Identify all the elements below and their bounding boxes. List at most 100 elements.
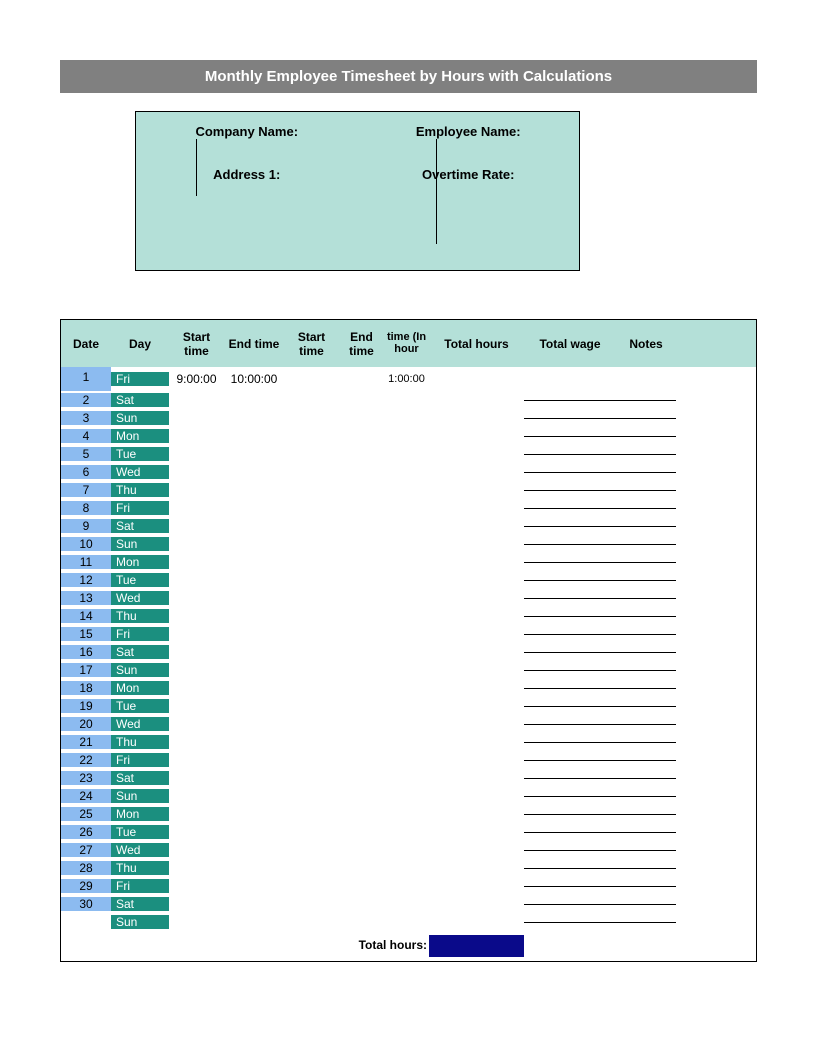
cell-date[interactable]: 18 [61,681,111,695]
cell-date[interactable]: 17 [61,663,111,677]
cell-day[interactable]: Fri [111,879,169,893]
cell-day[interactable]: Thu [111,861,169,875]
cell-day[interactable]: Tue [111,447,169,461]
cell-date[interactable]: 5 [61,447,111,461]
cell-notes[interactable] [616,742,676,743]
cell-total-wage[interactable] [524,508,616,509]
cell-day[interactable]: Sun [111,915,169,929]
cell-total-wage[interactable] [524,562,616,563]
cell-total-wage[interactable] [524,490,616,491]
cell-total-wage[interactable] [524,922,616,923]
cell-total-wage[interactable] [524,454,616,455]
cell-total-wage[interactable] [524,670,616,671]
cell-notes[interactable] [616,472,676,473]
cell-total-wage[interactable] [524,616,616,617]
cell-total-wage[interactable] [524,832,616,833]
cell-date[interactable]: 2 [61,393,111,407]
cell-total-wage[interactable] [524,814,616,815]
cell-notes[interactable] [616,868,676,869]
cell-date[interactable]: 28 [61,861,111,875]
cell-date[interactable]: 30 [61,897,111,911]
cell-notes[interactable] [616,490,676,491]
cell-date[interactable]: 20 [61,717,111,731]
cell-notes[interactable] [616,904,676,905]
cell-date[interactable]: 26 [61,825,111,839]
cell-date[interactable]: 22 [61,753,111,767]
cell-total-wage[interactable] [524,796,616,797]
cell-total-wage[interactable] [524,652,616,653]
cell-date[interactable]: 27 [61,843,111,857]
cell-total-wage[interactable] [524,436,616,437]
cell-day[interactable]: Tue [111,573,169,587]
cell-total-wage[interactable] [524,778,616,779]
cell-date[interactable]: 8 [61,501,111,515]
cell-date[interactable]: 13 [61,591,111,605]
cell-notes[interactable] [616,832,676,833]
cell-date[interactable]: 24 [61,789,111,803]
cell-total-wage[interactable] [524,742,616,743]
cell-notes[interactable] [616,814,676,815]
cell-day[interactable]: Wed [111,465,169,479]
cell-notes[interactable] [616,400,676,401]
cell-day[interactable]: Fri [111,372,169,386]
cell-date[interactable]: 15 [61,627,111,641]
cell-day[interactable]: Thu [111,735,169,749]
cell-date[interactable]: 7 [61,483,111,497]
cell-date[interactable]: 21 [61,735,111,749]
cell-notes[interactable] [616,580,676,581]
cell-notes[interactable] [616,922,676,923]
cell-notes[interactable] [616,418,676,419]
cell-notes[interactable] [616,760,676,761]
cell-date[interactable]: 29 [61,879,111,893]
cell-day[interactable]: Mon [111,429,169,443]
cell-date[interactable]: 10 [61,537,111,551]
cell-date[interactable]: 6 [61,465,111,479]
cell-notes[interactable] [616,796,676,797]
cell-notes[interactable] [616,508,676,509]
cell-total-wage[interactable] [524,400,616,401]
cell-notes[interactable] [616,688,676,689]
cell-notes[interactable] [616,544,676,545]
cell-day[interactable]: Sat [111,645,169,659]
cell-total-wage[interactable] [524,706,616,707]
cell-day[interactable]: Mon [111,807,169,821]
cell-start-time-1[interactable]: 9:00:00 [169,372,224,386]
cell-notes[interactable] [616,616,676,617]
cell-total-wage[interactable] [524,688,616,689]
cell-date[interactable]: 14 [61,609,111,623]
cell-day[interactable]: Wed [111,591,169,605]
cell-day[interactable]: Mon [111,681,169,695]
cell-end-time-1[interactable]: 10:00:00 [224,372,284,386]
cell-notes[interactable] [616,670,676,671]
cell-date[interactable]: 1 [61,367,111,391]
cell-total-wage[interactable] [524,526,616,527]
cell-notes[interactable] [616,526,676,527]
cell-notes[interactable] [616,562,676,563]
cell-date[interactable]: 11 [61,555,111,569]
cell-day[interactable]: Tue [111,825,169,839]
cell-total-wage[interactable] [524,634,616,635]
cell-total-wage[interactable] [524,544,616,545]
cell-day[interactable]: Mon [111,555,169,569]
cell-notes[interactable] [616,436,676,437]
cell-notes[interactable] [616,706,676,707]
cell-date[interactable]: 19 [61,699,111,713]
cell-notes[interactable] [616,652,676,653]
cell-day[interactable]: Sun [111,537,169,551]
cell-day[interactable]: Wed [111,843,169,857]
cell-day[interactable]: Sat [111,897,169,911]
cell-day[interactable]: Thu [111,609,169,623]
cell-notes[interactable] [616,724,676,725]
cell-day[interactable]: Sat [111,771,169,785]
cell-total-wage[interactable] [524,472,616,473]
cell-notes[interactable] [616,598,676,599]
cell-date[interactable]: 4 [61,429,111,443]
cell-total-wage[interactable] [524,868,616,869]
cell-day[interactable]: Fri [111,501,169,515]
cell-total-wage[interactable] [524,760,616,761]
cell-total-wage[interactable] [524,598,616,599]
cell-total-wage[interactable] [524,886,616,887]
cell-day[interactable]: Sun [111,663,169,677]
cell-total-wage[interactable] [524,580,616,581]
cell-day[interactable]: Sat [111,393,169,407]
